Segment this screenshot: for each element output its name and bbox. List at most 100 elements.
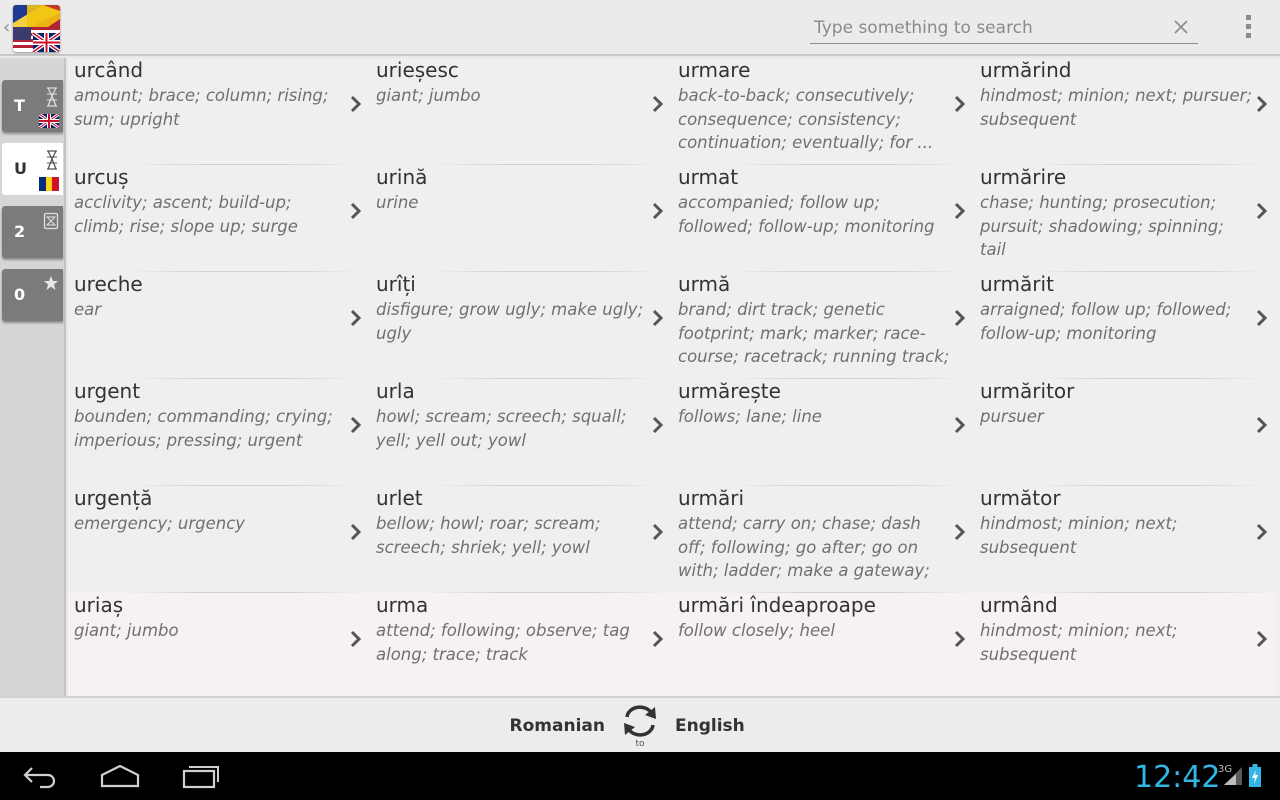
chevron-right-icon[interactable] bbox=[652, 415, 664, 435]
swap-languages-icon[interactable] bbox=[622, 704, 658, 738]
home-icon[interactable] bbox=[100, 763, 140, 793]
star-icon bbox=[43, 275, 59, 295]
system-nav-bar: 12:42 3G bbox=[0, 752, 1280, 800]
entry-headword: urină bbox=[376, 165, 428, 189]
dictionary-entry[interactable]: urmare back-to-back; consecutively; conse… bbox=[672, 58, 974, 165]
entry-translations: bounden; commanding; crying; imperious; … bbox=[74, 407, 333, 450]
dictionary-entry[interactable]: urmând hindmost; minion; next; subsequent bbox=[974, 593, 1276, 696]
entry-headword: următor bbox=[980, 486, 1061, 510]
dictionary-entry[interactable]: urieșesc giant; jumbo bbox=[370, 58, 672, 165]
overflow-menu-icon[interactable] bbox=[1240, 15, 1256, 43]
entry-translations: acclivity; ascent; build-up; climb; rise… bbox=[74, 193, 298, 236]
entry-headword: urmând bbox=[980, 593, 1058, 617]
dictionary-entry[interactable]: urină urine bbox=[370, 165, 672, 272]
chevron-right-icon[interactable] bbox=[1256, 522, 1268, 542]
entry-translations: ear bbox=[74, 300, 102, 319]
up-caret-icon[interactable]: ‹ bbox=[3, 17, 10, 38]
entry-translations: giant; jumbo bbox=[74, 621, 179, 640]
dictionary-entry[interactable]: urmărește follows; lane; line bbox=[672, 379, 974, 486]
entry-translations: amount; brace; column; rising; sum; upri… bbox=[74, 86, 329, 129]
dictionary-entry[interactable]: urmări îndeaproape follow closely; heel bbox=[672, 593, 974, 696]
entry-translations: attend; carry on; chase; dash off; follo… bbox=[678, 514, 930, 581]
entry-translations: disfigure; grow ugly; make ugly; ugly bbox=[376, 300, 644, 343]
entry-headword: urmări bbox=[678, 486, 745, 510]
chevron-right-icon[interactable] bbox=[652, 629, 664, 649]
romania-flag-icon bbox=[39, 176, 59, 191]
chevron-right-icon[interactable] bbox=[1256, 94, 1268, 114]
chevron-right-icon[interactable] bbox=[954, 308, 966, 328]
chevron-right-icon[interactable] bbox=[954, 522, 966, 542]
entry-headword: urmare bbox=[678, 58, 751, 82]
chevron-right-icon[interactable] bbox=[954, 94, 966, 114]
entry-translations: hindmost; minion; next; subsequent bbox=[980, 621, 1178, 664]
chevron-right-icon[interactable] bbox=[954, 201, 966, 221]
back-icon[interactable] bbox=[22, 763, 58, 793]
entry-translations: hindmost; minion; next; subsequent bbox=[980, 514, 1178, 557]
chevron-right-icon[interactable] bbox=[1256, 629, 1268, 649]
dictionary-entry[interactable]: urmărire chase; hunting; prosecution; pur… bbox=[974, 165, 1276, 272]
dictionary-entry[interactable]: urmă brand; dirt track; genetic footprint… bbox=[672, 272, 974, 379]
entry-headword: urcând bbox=[74, 58, 144, 82]
dictionary-entry[interactable]: urcuș acclivity; ascent; build-up; climb;… bbox=[68, 165, 370, 272]
tab-favorites[interactable]: 0 bbox=[2, 269, 63, 321]
dictionary-entry[interactable]: urmări attend; carry on; chase; dash off;… bbox=[672, 486, 974, 593]
chevron-right-icon[interactable] bbox=[350, 415, 362, 435]
entry-translations: urine bbox=[376, 193, 419, 212]
dictionary-entry[interactable]: urma attend; following; observe; tag alon… bbox=[370, 593, 672, 696]
dictionary-entry[interactable]: urcând amount; brace; column; rising; sum… bbox=[68, 58, 370, 165]
search-input[interactable] bbox=[814, 14, 1164, 42]
clear-icon[interactable] bbox=[1172, 18, 1190, 36]
chevron-right-icon[interactable] bbox=[350, 201, 362, 221]
entry-translations: bellow; howl; roar; scream; screech; shr… bbox=[376, 514, 601, 557]
recent-apps-icon[interactable] bbox=[182, 763, 220, 793]
tab-history[interactable]: 2 bbox=[2, 206, 63, 258]
chevron-right-icon[interactable] bbox=[1256, 415, 1268, 435]
entry-headword: urîți bbox=[376, 272, 416, 296]
action-bar: ‹ bbox=[0, 0, 1280, 56]
chevron-right-icon[interactable] bbox=[954, 629, 966, 649]
dictionary-entry[interactable]: urgent bounden; commanding; crying; imper… bbox=[68, 379, 370, 486]
target-language-label[interactable]: English bbox=[675, 716, 745, 736]
entry-translations: attend; following; observe; tag along; t… bbox=[376, 621, 630, 664]
dictionary-entry[interactable]: urlet bellow; howl; roar; scream; screech… bbox=[370, 486, 672, 593]
chevron-right-icon[interactable] bbox=[652, 94, 664, 114]
dictionary-entry[interactable]: urmărind hindmost; minion; next; pursuer;… bbox=[974, 58, 1276, 165]
tab-romanian-index[interactable]: U bbox=[2, 143, 63, 195]
dictionary-entry[interactable]: următor hindmost; minion; next; subsequen… bbox=[974, 486, 1276, 593]
chevron-right-icon[interactable] bbox=[1256, 201, 1268, 221]
chevron-right-icon[interactable] bbox=[350, 94, 362, 114]
entry-translations: arraigned; follow up; followed; follow-u… bbox=[980, 300, 1232, 343]
entry-translations: follows; lane; line bbox=[678, 407, 822, 426]
entry-headword: uriaș bbox=[74, 593, 124, 617]
entry-translations: giant; jumbo bbox=[376, 86, 481, 105]
tab-letter: U bbox=[14, 159, 27, 178]
entry-headword: urma bbox=[376, 593, 429, 617]
source-language-label[interactable]: Romanian bbox=[510, 716, 605, 736]
chevron-right-icon[interactable] bbox=[652, 308, 664, 328]
entry-headword: urmărire bbox=[980, 165, 1067, 189]
dictionary-entry[interactable]: ureche ear bbox=[68, 272, 370, 379]
tab-english-index[interactable]: T bbox=[2, 80, 63, 132]
dictionary-entry[interactable]: urmărit arraigned; follow up; followed; f… bbox=[974, 272, 1276, 379]
dictionary-entry[interactable]: uriaș giant; jumbo bbox=[68, 593, 370, 696]
chevron-right-icon[interactable] bbox=[350, 308, 362, 328]
uk-flag-icon bbox=[38, 112, 60, 130]
chevron-right-icon[interactable] bbox=[954, 415, 966, 435]
chevron-right-icon[interactable] bbox=[350, 629, 362, 649]
dictionary-entry[interactable]: urmat accompanied; follow up; followed; f… bbox=[672, 165, 974, 272]
dictionary-results-grid: urcând amount; brace; column; rising; sum… bbox=[68, 58, 1280, 696]
dictionary-entry[interactable]: urla howl; scream; screech; squall; yell;… bbox=[370, 379, 672, 486]
entry-translations: chase; hunting; prosecution; pursuit; sh… bbox=[980, 193, 1224, 260]
dictionary-entry[interactable]: urîți disfigure; grow ugly; make ugly; ug… bbox=[370, 272, 672, 379]
entry-translations: pursuer bbox=[980, 407, 1044, 426]
app-logo-icon[interactable] bbox=[13, 5, 60, 52]
chevron-right-icon[interactable] bbox=[652, 522, 664, 542]
dictionary-entry[interactable]: urmăritor pursuer bbox=[974, 379, 1276, 486]
dictionary-entry[interactable]: urgență emergency; urgency bbox=[68, 486, 370, 593]
chevron-right-icon[interactable] bbox=[652, 201, 664, 221]
entry-headword: urieșesc bbox=[376, 58, 459, 82]
hourglass-icon bbox=[45, 149, 59, 175]
chevron-right-icon[interactable] bbox=[1256, 308, 1268, 328]
chevron-right-icon[interactable] bbox=[350, 522, 362, 542]
entry-translations: emergency; urgency bbox=[74, 514, 246, 533]
